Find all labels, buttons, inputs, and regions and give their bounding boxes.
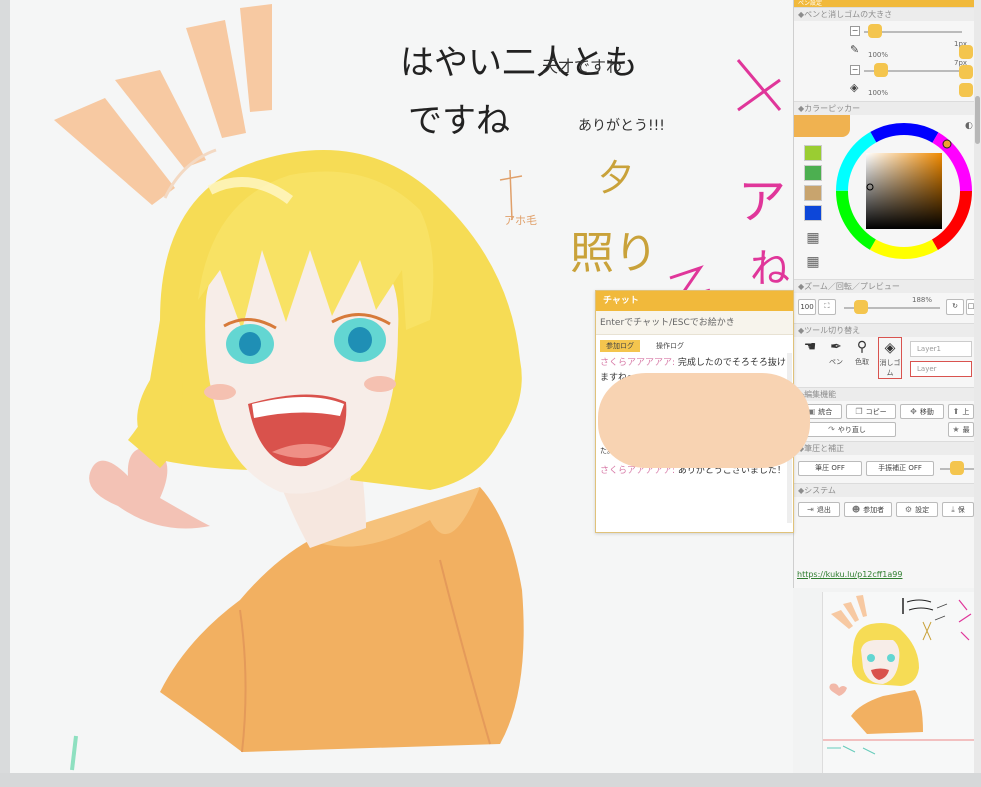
system-row: ⇥ 退出 ☻ 参加者 ⚙ 設定 ⤓ 保 [794, 497, 974, 523]
palette-grid-icon[interactable]: ▦ [804, 253, 822, 271]
zoom-section-header: ◆ズーム／回転／プレビュー [794, 279, 974, 293]
hand-tool[interactable]: ☚ [798, 337, 822, 379]
stabilizer-toggle[interactable]: 手振補正 OFF [866, 461, 934, 476]
eyedropper-tool[interactable]: ⚲ 色取 [850, 337, 874, 379]
eraser-opacity-value: 100% [868, 89, 889, 97]
edit-section-header: ◆編集機能 [794, 387, 974, 401]
eraser-opacity-handle[interactable] [959, 83, 973, 97]
left-edge [0, 0, 10, 787]
chat-tabs: 参加ログ 操作ログ [596, 335, 793, 353]
side-note-2: 夕 [598, 158, 634, 199]
panel-scrollbar[interactable] [974, 0, 981, 773]
pen-size-section-header: ◆ペンと消しゴムの大きさ [794, 7, 974, 21]
participants-icon: ☻ [851, 505, 861, 514]
up-arrow-icon: ⬆ [952, 407, 960, 416]
color-swatch-2[interactable] [804, 165, 822, 181]
eraser-size-minus[interactable]: − [850, 65, 860, 75]
rotate-icon[interactable]: ↻ [946, 299, 964, 315]
color-picker: ▦ ▦ ◐ [794, 115, 974, 279]
side-note-1: アホ毛 [504, 214, 537, 227]
canvas-preview[interactable] [822, 592, 974, 773]
eraser-size-row: − 7px ◈ 100% [794, 59, 974, 101]
zoom-slider[interactable] [854, 300, 868, 314]
pen-size-handle[interactable] [959, 45, 973, 59]
color-picker-section-header: ◆カラーピッカー [794, 101, 974, 115]
panel-header-top: ペン設定 [798, 0, 823, 7]
tab-action-log[interactable]: 操作ログ [650, 340, 690, 352]
side-note-3: 照り [570, 228, 658, 279]
side-note-5: ね [750, 246, 790, 292]
participants-button[interactable]: ☻ 参加者 [844, 502, 892, 517]
pen-size-row: − 1px ✎ 100% [794, 21, 974, 61]
note-line-2: 天才ですわ [542, 57, 622, 76]
side-note-4: ア [738, 174, 786, 230]
panel-scroll-thumb[interactable] [975, 96, 980, 144]
gear-icon: ⚙ [904, 505, 913, 514]
star-button[interactable]: ★ 最 [948, 422, 974, 437]
color-swatch-3[interactable] [804, 185, 822, 201]
eyedropper-icon: ⚲ [856, 339, 868, 355]
exit-button[interactable]: ⇥ 退出 [798, 502, 840, 517]
layer-2-select[interactable]: Layer [910, 361, 972, 377]
pen-size-slider[interactable] [868, 24, 882, 38]
settings-button[interactable]: ⚙ 設定 [896, 502, 938, 517]
fit-icon[interactable]: ⛶ [818, 299, 836, 315]
hand-icon: ☚ [803, 339, 817, 355]
panel-top-bar: ペン設定 [794, 0, 974, 7]
layer-1-select[interactable]: Layer1 [910, 341, 972, 357]
palette-add-icon[interactable]: ▦ [804, 229, 822, 247]
pressure-row: 筆圧 OFF 手振補正 OFF [794, 455, 974, 483]
pen-icon: ✎ [850, 43, 860, 56]
edit-row: ▣ 統合 ❐ コピー ✥ 移動 ⬆ 上 ↷ やり直し ★ 最 [794, 401, 974, 441]
download-icon: ⤓ [951, 505, 955, 514]
eraser-tool[interactable]: ◈ 消しゴム [878, 337, 902, 379]
up-button[interactable]: ⬆ 上 [948, 404, 974, 419]
tool-panel: ペン設定 ◆ペンと消しゴムの大きさ − 1px ✎ 100% − 7px ◈ 1… [793, 0, 976, 588]
bottom-edge [0, 773, 981, 787]
pressure-toggle[interactable]: 筆圧 OFF [798, 461, 862, 476]
pen-size-minus[interactable]: − [850, 26, 860, 36]
note-line-3: ですね [408, 101, 510, 141]
tool-switch-section-header: ◆ツール切り替え [794, 323, 974, 337]
zoom-reset-button[interactable]: 100 [798, 299, 816, 315]
pen-opacity-value: 100% [868, 51, 889, 59]
eraser-size-slider[interactable] [874, 63, 888, 77]
zoom-row: 100 ⛶ 188% ↻ □ [794, 293, 976, 323]
pen-icon: ✒ [830, 339, 842, 355]
star-icon: ★ [952, 425, 960, 434]
chat-input[interactable]: Enterでチャット/ESCでお絵かき [596, 311, 793, 335]
chat-title[interactable]: チャット [596, 291, 793, 311]
exit-icon: ⇥ [807, 505, 814, 514]
color-wheel[interactable] [834, 121, 974, 261]
redo-button[interactable]: ↷ やり直し [798, 422, 896, 437]
pressure-section-header: ◆筆圧と補正 [794, 441, 974, 455]
redo-icon: ↷ [828, 425, 835, 434]
zoom-value: 188% [912, 296, 933, 304]
stabilizer-slider[interactable] [950, 461, 964, 475]
move-icon: ✥ [910, 407, 917, 416]
copy-button[interactable]: ❐ コピー [846, 404, 896, 419]
color-swatch-1[interactable] [804, 145, 822, 161]
preview-thumbnail [823, 595, 974, 755]
tool-switch-row: ☚ ✒ ペン ⚲ 色取 ◈ 消しゴム Layer1 Layer [794, 337, 974, 387]
move-button[interactable]: ✥ 移動 [900, 404, 944, 419]
redacted-area [598, 373, 810, 468]
eraser-size-handle[interactable] [959, 65, 973, 79]
save-button[interactable]: ⤓ 保 [942, 502, 974, 517]
copy-icon: ❐ [855, 407, 863, 416]
room-url-link[interactable]: https://kuku.lu/p12cff1a99 [797, 570, 902, 579]
eraser-icon: ◈ [884, 340, 896, 356]
tab-join-log[interactable]: 参加ログ [600, 340, 640, 352]
color-swatch-4[interactable] [804, 205, 822, 221]
pen-tool[interactable]: ✒ ペン [824, 337, 848, 379]
system-section-header: ◆システム [794, 483, 974, 497]
note-line-4: ありがとう!!! [578, 118, 665, 134]
eraser-icon: ◈ [850, 81, 859, 94]
